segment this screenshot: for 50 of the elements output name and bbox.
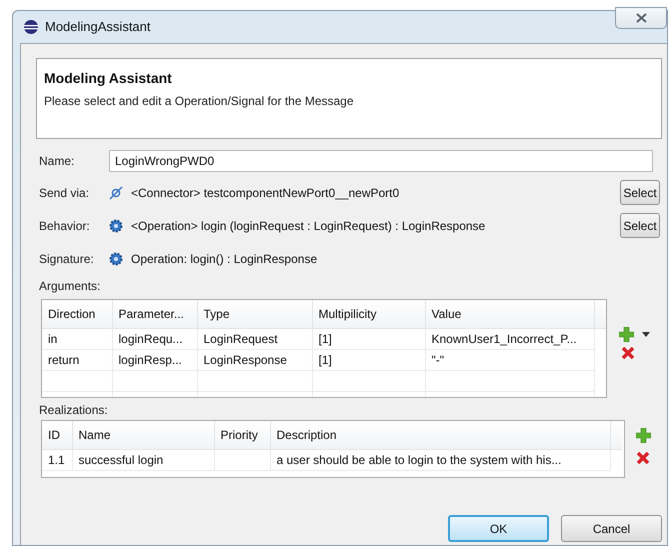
- column-header[interactable]: Name: [72, 421, 214, 449]
- column-header[interactable]: ID: [42, 421, 72, 449]
- column-header[interactable]: Multipilicity: [312, 300, 425, 328]
- table-cell: 1.1: [48, 452, 65, 466]
- arguments-label: Arguments:: [38, 278, 102, 295]
- field-label: Behavior:: [39, 218, 91, 234]
- eclipse-logo-icon: [23, 19, 39, 35]
- table-cell: LoginRequest: [204, 332, 278, 346]
- connector-icon: [109, 186, 123, 200]
- delete-icon[interactable]: [636, 451, 650, 465]
- column-header[interactable]: Type: [197, 300, 312, 328]
- table-cell: [1]: [318, 352, 332, 366]
- window-title: ModelingAssistant: [45, 18, 150, 36]
- gear-icon: [109, 218, 123, 232]
- add-icon[interactable]: [619, 327, 634, 342]
- table-cell: in: [48, 332, 58, 346]
- table-cell: "-": [432, 352, 444, 366]
- field-label: Send via:: [39, 184, 90, 202]
- table-cell: loginRequ...: [118, 332, 183, 346]
- column-header[interactable]: Priority: [214, 421, 270, 449]
- table-cell: KnownUser1_Incorrect_P...: [432, 332, 577, 346]
- table-cell: LoginResponse: [204, 352, 287, 366]
- header-title: Modeling Assistant: [44, 69, 173, 88]
- column-header[interactable]: Value: [425, 300, 594, 328]
- header-message: Please select and edit a Operation/Signal for the Message: [44, 93, 355, 110]
- add-icon[interactable]: [636, 428, 651, 443]
- table-cell: a user should be able to login to the system with his...: [276, 452, 562, 466]
- ok-button[interactable]: OK: [448, 515, 549, 542]
- select-button[interactable]: Select: [620, 213, 660, 238]
- caret-icon[interactable]: [642, 332, 650, 337]
- name-field[interactable]: LoginWrongPWD0: [109, 150, 653, 172]
- column-header[interactable]: Description: [270, 421, 610, 449]
- field-value: <Connector> testcomponentNewPort0__newPort0: [131, 184, 400, 202]
- cancel-button[interactable]: Cancel: [561, 515, 662, 542]
- realizations-label: Realizations:: [38, 402, 109, 419]
- column-header[interactable]: Direction: [42, 300, 112, 328]
- field-value: <Operation> login (loginRequest : LoginRequest) : LoginResponse: [131, 218, 486, 234]
- column-header[interactable]: Parameter...: [112, 300, 197, 328]
- table-cell: loginResp...: [118, 352, 182, 366]
- name-label: Name:: [39, 153, 76, 170]
- delete-icon[interactable]: [621, 346, 635, 360]
- close-button[interactable]: [615, 7, 667, 29]
- table-cell: successful login: [78, 452, 164, 466]
- field-label: Signature:: [39, 250, 95, 268]
- table-cell: [1]: [318, 332, 332, 346]
- close-icon: [636, 13, 646, 23]
- select-button[interactable]: Select: [620, 180, 660, 205]
- gear-icon: [109, 252, 123, 266]
- field-value: Operation: login() : LoginResponse: [131, 250, 318, 268]
- table-cell: return: [48, 352, 80, 366]
